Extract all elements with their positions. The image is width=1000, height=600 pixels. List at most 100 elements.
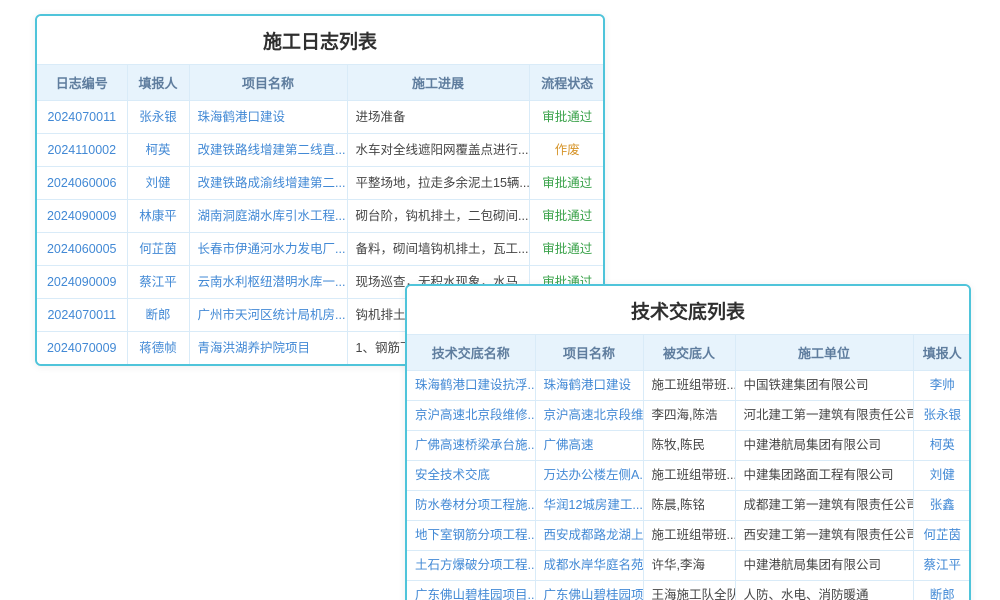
- project-name-cell[interactable]: 改建铁路成渝线增建第二...: [189, 167, 347, 200]
- table-row[interactable]: 珠海鹤港口建设抗浮...珠海鹤港口建设施工班组带班...中国铁建集团有限公司李帅: [407, 371, 971, 401]
- construction-unit-cell: 中国铁建集团有限公司: [735, 371, 913, 401]
- table-row[interactable]: 广佛高速桥梁承台施...广佛高速陈牧,陈民中建港航局集团有限公司柯英: [407, 431, 971, 461]
- table-row[interactable]: 地下室钢筋分项工程...西安成都路龙湖上...施工班组带班...西安建工第一建筑…: [407, 521, 971, 551]
- column-header: 填报人: [127, 65, 189, 101]
- column-header: 流程状态: [529, 65, 605, 101]
- table-row[interactable]: 土石方爆破分项工程...成都水岸华庭名苑...许华,李海中建港航局集团有限公司蔡…: [407, 551, 971, 581]
- recipient-cell: 陈牧,陈民: [643, 431, 735, 461]
- column-header: 施工单位: [735, 335, 913, 371]
- table-row[interactable]: 广东佛山碧桂园项目...广东佛山碧桂园项目王海施工队全队...人防、水电、消防暖…: [407, 581, 971, 600]
- reporter-cell[interactable]: 李帅: [913, 371, 971, 401]
- tech-disclosure-title: 技术交底列表: [407, 286, 969, 334]
- construction-unit-cell: 成都建工第一建筑有限责任公司: [735, 491, 913, 521]
- project-name-cell[interactable]: 改建铁路线增建第二线直...: [189, 134, 347, 167]
- construction-unit-cell: 河北建工第一建筑有限责任公司: [735, 401, 913, 431]
- log-id-cell[interactable]: 2024090009: [37, 266, 127, 299]
- construction-unit-cell: 西安建工第一建筑有限责任公司: [735, 521, 913, 551]
- reporter-cell[interactable]: 柯英: [913, 431, 971, 461]
- construction-unit-cell: 中建集团路面工程有限公司: [735, 461, 913, 491]
- project-name-cell[interactable]: 京沪高速北京段维修: [535, 401, 643, 431]
- status-cell: 审批通过: [529, 101, 605, 134]
- status-cell: 审批通过: [529, 167, 605, 200]
- project-name-cell[interactable]: 珠海鹤港口建设: [189, 101, 347, 134]
- reporter-cell[interactable]: 刘健: [913, 461, 971, 491]
- table-row[interactable]: 2024070011张永银珠海鹤港口建设进场准备审批通过: [37, 101, 605, 134]
- status-cell: 审批通过: [529, 233, 605, 266]
- log-id-cell[interactable]: 2024110002: [37, 134, 127, 167]
- disclosure-name-cell[interactable]: 土石方爆破分项工程...: [407, 551, 535, 581]
- project-name-cell[interactable]: 广东佛山碧桂园项目: [535, 581, 643, 600]
- table-row[interactable]: 2024110002柯英改建铁路线增建第二线直...水车对全线遮阳网覆盖点进行.…: [37, 134, 605, 167]
- project-name-cell[interactable]: 云南水利枢纽潜明水库一...: [189, 266, 347, 299]
- reporter-cell[interactable]: 柯英: [127, 134, 189, 167]
- tech-disclosure-table: 技术交底名称项目名称被交底人施工单位填报人 珠海鹤港口建设抗浮...珠海鹤港口建…: [407, 334, 971, 600]
- reporter-cell[interactable]: 蒋德帧: [127, 332, 189, 365]
- column-header: 被交底人: [643, 335, 735, 371]
- table-header-row: 技术交底名称项目名称被交底人施工单位填报人: [407, 335, 971, 371]
- reporter-cell[interactable]: 何芷茵: [913, 521, 971, 551]
- construction-unit-cell: 中建港航局集团有限公司: [735, 551, 913, 581]
- project-name-cell[interactable]: 华润12城房建工...: [535, 491, 643, 521]
- log-id-cell[interactable]: 2024090009: [37, 200, 127, 233]
- disclosure-name-cell[interactable]: 广东佛山碧桂园项目...: [407, 581, 535, 600]
- disclosure-name-cell[interactable]: 防水卷材分项工程施...: [407, 491, 535, 521]
- project-name-cell[interactable]: 长春市伊通河水力发电厂...: [189, 233, 347, 266]
- progress-cell: 平整场地，拉走多余泥土15辆...: [347, 167, 529, 200]
- table-header-row: 日志编号填报人项目名称施工进展流程状态: [37, 65, 605, 101]
- log-id-cell[interactable]: 2024060006: [37, 167, 127, 200]
- reporter-cell[interactable]: 林康平: [127, 200, 189, 233]
- table-row[interactable]: 京沪高速北京段维修...京沪高速北京段维修李四海,陈浩河北建工第一建筑有限责任公…: [407, 401, 971, 431]
- reporter-cell[interactable]: 蔡江平: [127, 266, 189, 299]
- recipient-cell: 李四海,陈浩: [643, 401, 735, 431]
- reporter-cell[interactable]: 断郎: [127, 299, 189, 332]
- table-row[interactable]: 安全技术交底万达办公楼左侧A...施工班组带班...中建集团路面工程有限公司刘健: [407, 461, 971, 491]
- column-header: 项目名称: [535, 335, 643, 371]
- tech-disclosure-panel: 技术交底列表 技术交底名称项目名称被交底人施工单位填报人 珠海鹤港口建设抗浮..…: [405, 284, 971, 600]
- table-row[interactable]: 2024060006刘健改建铁路成渝线增建第二...平整场地，拉走多余泥土15辆…: [37, 167, 605, 200]
- project-name-cell[interactable]: 湖南洞庭湖水库引水工程...: [189, 200, 347, 233]
- disclosure-name-cell[interactable]: 广佛高速桥梁承台施...: [407, 431, 535, 461]
- recipient-cell: 施工班组带班...: [643, 521, 735, 551]
- project-name-cell[interactable]: 青海洪湖养护院项目: [189, 332, 347, 365]
- construction-unit-cell: 中建港航局集团有限公司: [735, 431, 913, 461]
- recipient-cell: 许华,李海: [643, 551, 735, 581]
- progress-cell: 备料，砌间墙钩机排土，瓦工...: [347, 233, 529, 266]
- reporter-cell[interactable]: 张鑫: [913, 491, 971, 521]
- log-id-cell[interactable]: 2024070011: [37, 101, 127, 134]
- log-id-cell[interactable]: 2024070011: [37, 299, 127, 332]
- reporter-cell[interactable]: 断郎: [913, 581, 971, 600]
- project-name-cell[interactable]: 万达办公楼左侧A...: [535, 461, 643, 491]
- column-header: 项目名称: [189, 65, 347, 101]
- reporter-cell[interactable]: 张永银: [913, 401, 971, 431]
- construction-log-title: 施工日志列表: [37, 16, 603, 64]
- reporter-cell[interactable]: 蔡江平: [913, 551, 971, 581]
- recipient-cell: 施工班组带班...: [643, 461, 735, 491]
- log-id-cell[interactable]: 2024060005: [37, 233, 127, 266]
- table-row[interactable]: 防水卷材分项工程施...华润12城房建工...陈晨,陈铭成都建工第一建筑有限责任…: [407, 491, 971, 521]
- project-name-cell[interactable]: 成都水岸华庭名苑...: [535, 551, 643, 581]
- reporter-cell[interactable]: 何芷茵: [127, 233, 189, 266]
- column-header: 施工进展: [347, 65, 529, 101]
- disclosure-name-cell[interactable]: 京沪高速北京段维修...: [407, 401, 535, 431]
- disclosure-name-cell[interactable]: 安全技术交底: [407, 461, 535, 491]
- recipient-cell: 王海施工队全队...: [643, 581, 735, 600]
- status-cell: 审批通过: [529, 200, 605, 233]
- reporter-cell[interactable]: 张永银: [127, 101, 189, 134]
- project-name-cell[interactable]: 广佛高速: [535, 431, 643, 461]
- progress-cell: 水车对全线遮阳网覆盖点进行...: [347, 134, 529, 167]
- project-name-cell[interactable]: 珠海鹤港口建设: [535, 371, 643, 401]
- progress-cell: 进场准备: [347, 101, 529, 134]
- recipient-cell: 施工班组带班...: [643, 371, 735, 401]
- table-row[interactable]: 2024060005何芷茵长春市伊通河水力发电厂...备料，砌间墙钩机排土，瓦工…: [37, 233, 605, 266]
- recipient-cell: 陈晨,陈铭: [643, 491, 735, 521]
- project-name-cell[interactable]: 广州市天河区统计局机房...: [189, 299, 347, 332]
- table-row[interactable]: 2024090009林康平湖南洞庭湖水库引水工程...砌台阶，钩机排土，二包砌间…: [37, 200, 605, 233]
- disclosure-name-cell[interactable]: 珠海鹤港口建设抗浮...: [407, 371, 535, 401]
- reporter-cell[interactable]: 刘健: [127, 167, 189, 200]
- disclosure-name-cell[interactable]: 地下室钢筋分项工程...: [407, 521, 535, 551]
- progress-cell: 砌台阶，钩机排土，二包砌间...: [347, 200, 529, 233]
- project-name-cell[interactable]: 西安成都路龙湖上...: [535, 521, 643, 551]
- column-header: 填报人: [913, 335, 971, 371]
- column-header: 日志编号: [37, 65, 127, 101]
- log-id-cell[interactable]: 2024070009: [37, 332, 127, 365]
